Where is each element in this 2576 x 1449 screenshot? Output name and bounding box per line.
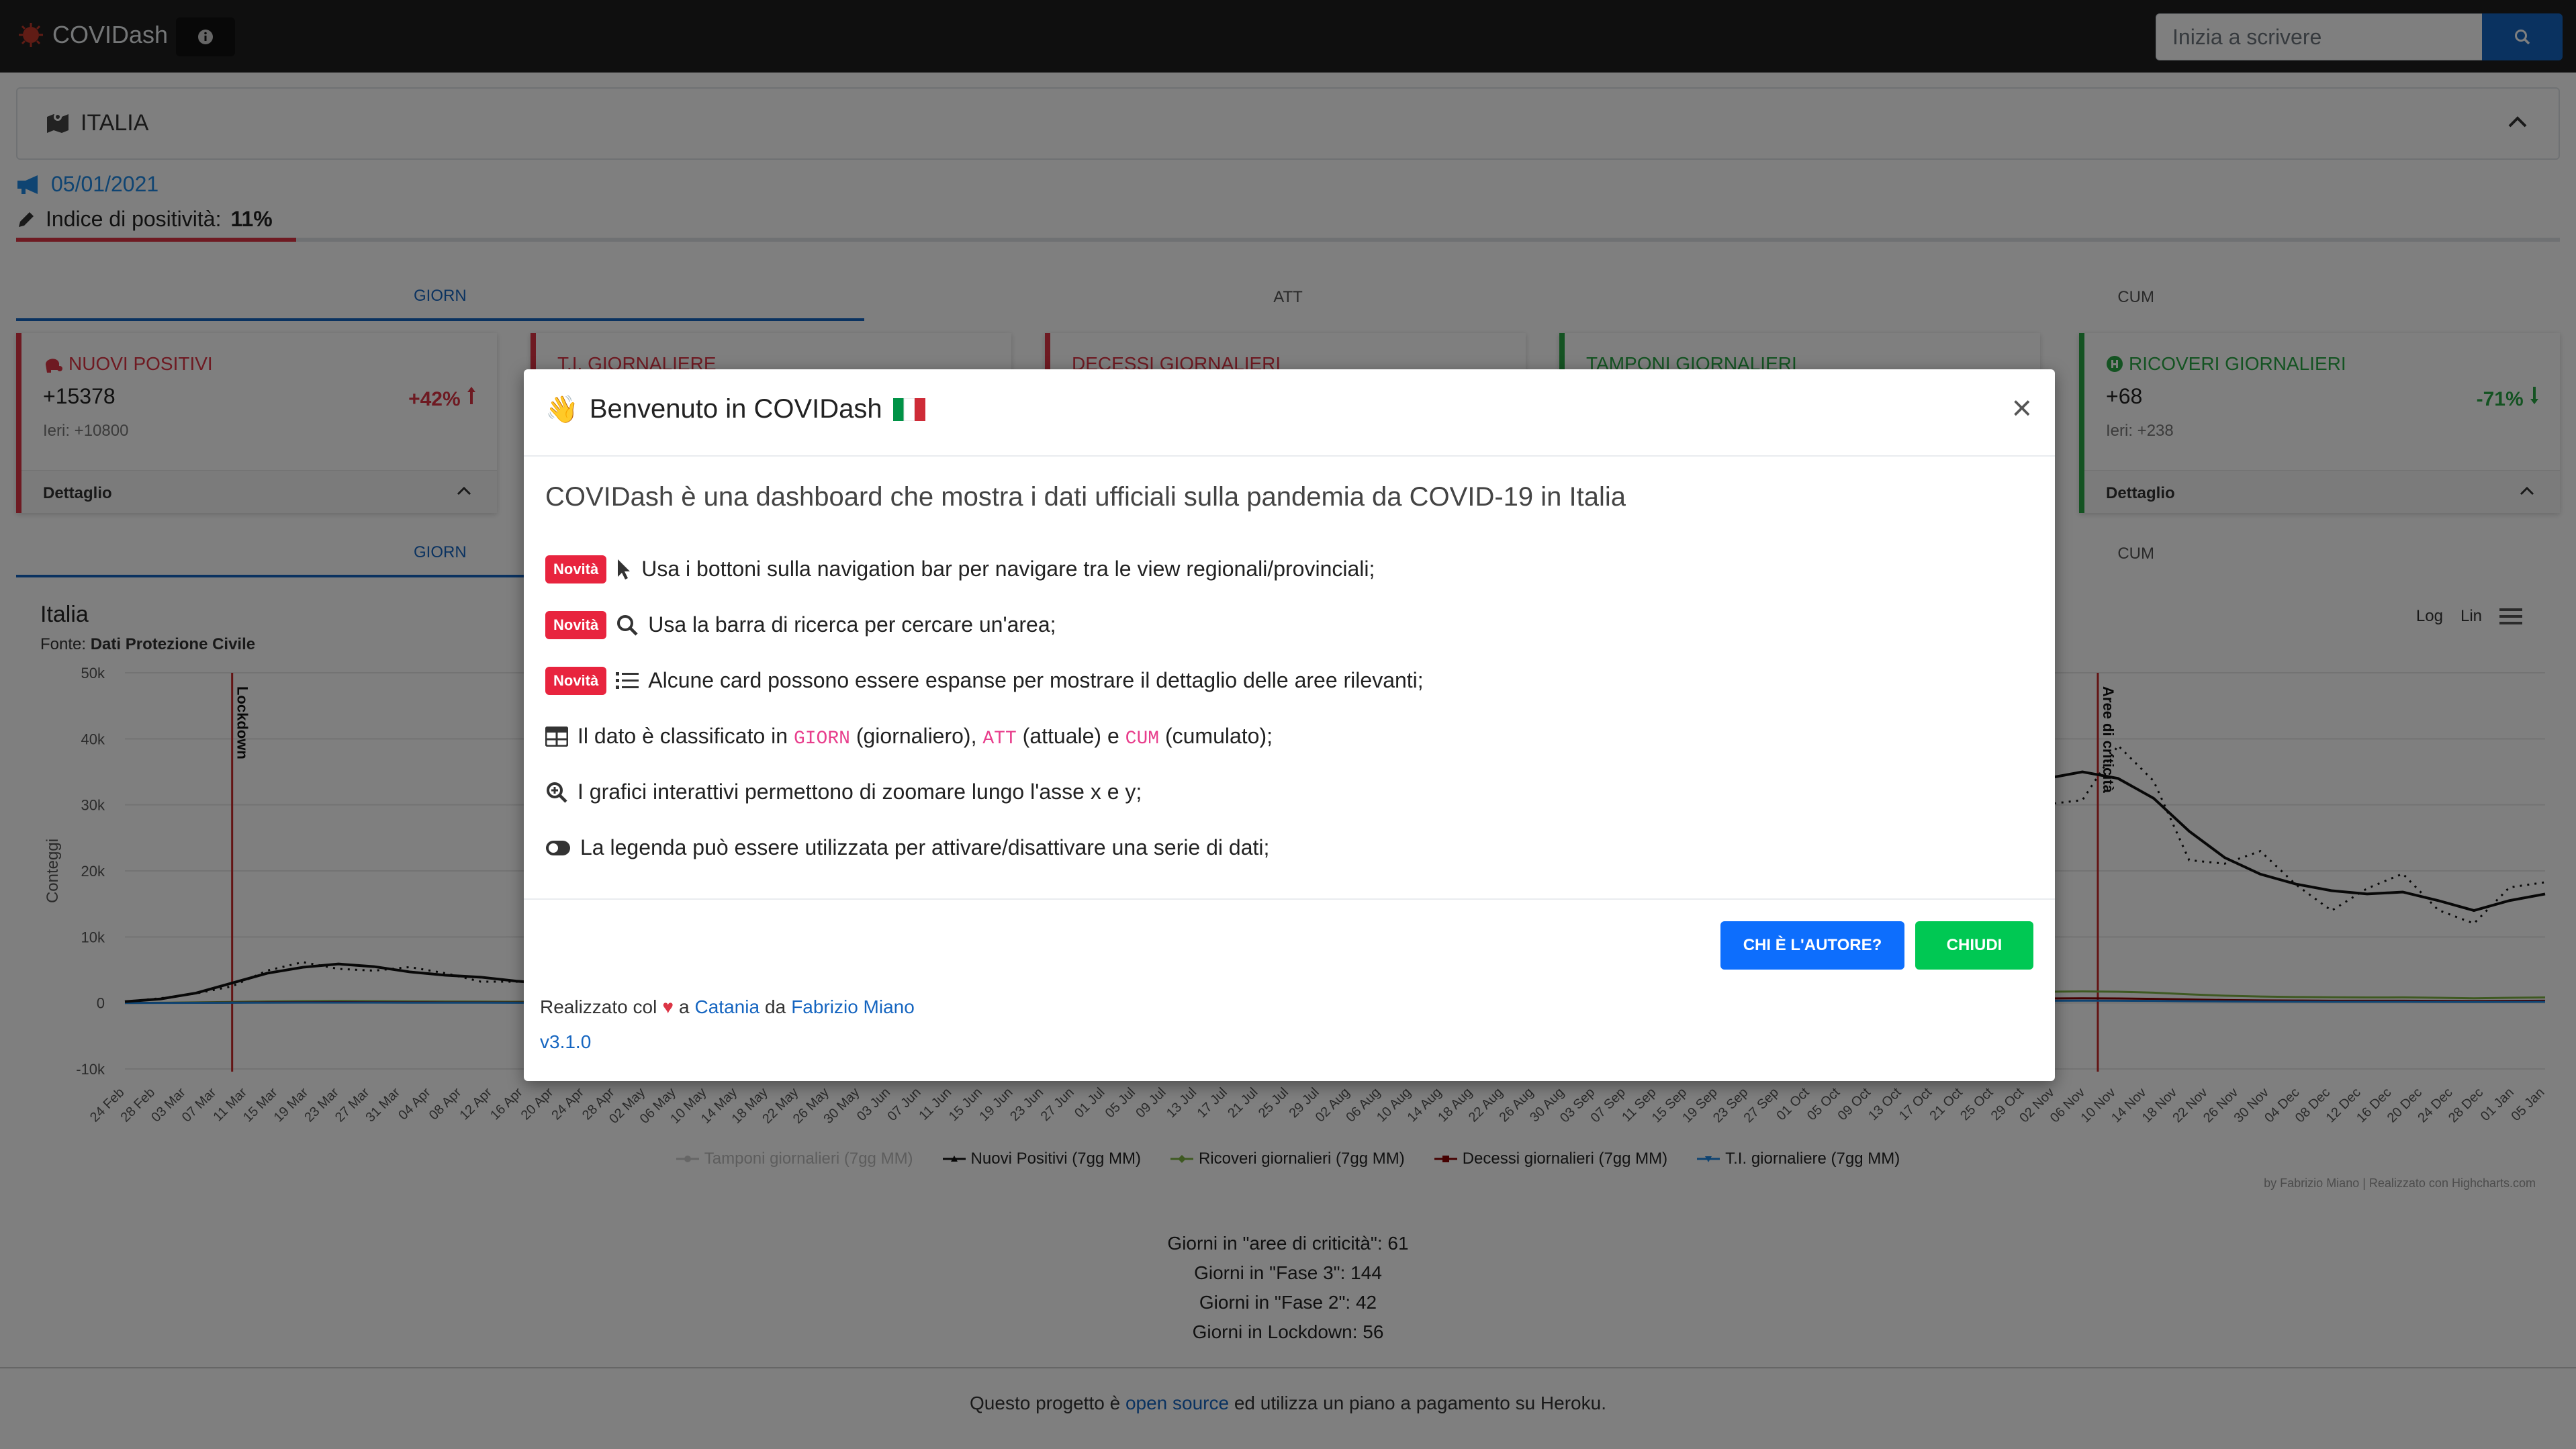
zoom-in-icon	[547, 782, 567, 803]
toggle-icon	[546, 840, 570, 855]
feature-text: Il dato è classificato in GIORN (giornal…	[578, 724, 1273, 749]
feature-item: Novità Usa i bottoni sulla navigation ba…	[545, 541, 1424, 597]
feature-text: Alcune card possono essere espanse per m…	[648, 668, 1424, 692]
feature-item: Novità Alcune card possono essere espans…	[545, 653, 1424, 708]
feature-item: Novità Usa la barra di ricerca per cerca…	[545, 597, 1424, 653]
table-icon	[545, 726, 568, 747]
catania-link[interactable]: Catania	[695, 996, 760, 1018]
code-giorn: GIORN	[793, 728, 850, 749]
feature-text: Usa i bottoni sulla navigation bar per n…	[641, 557, 1375, 581]
new-badge: Novità	[545, 666, 607, 695]
search-icon	[617, 614, 638, 636]
code-att: ATT	[982, 728, 1017, 749]
feature-item: I grafici interattivi permettono di zoom…	[545, 764, 1424, 820]
feature-text: Usa la barra di ricerca per cercare un'a…	[648, 612, 1056, 637]
new-badge: Novità	[545, 555, 607, 583]
list-icon	[616, 671, 639, 689]
feature-item: La legenda può essere utilizzata per att…	[545, 820, 1424, 876]
modal-close-icon[interactable]: ×	[2012, 391, 2032, 426]
made-a: a	[678, 996, 690, 1017]
heart-icon: ♥	[662, 996, 674, 1017]
modal-header: 👋 Benvenuto in COVIDash ×	[524, 369, 2055, 457]
close-button[interactable]: CHIUDI	[1915, 921, 2033, 970]
code-cum: CUM	[1125, 728, 1160, 749]
feature-item: Il dato è classificato in GIORN (giornal…	[545, 708, 1424, 764]
made-da: da	[765, 996, 786, 1017]
text-part: (giornaliero),	[849, 723, 983, 748]
welcome-modal: 👋 Benvenuto in COVIDash × COVIDash è una…	[524, 369, 2055, 1081]
feature-list: Novità Usa i bottoni sulla navigation ba…	[545, 541, 1424, 876]
version-link[interactable]: v3.1.0	[540, 1031, 591, 1053]
modal-title-text: Benvenuto in COVIDash	[589, 394, 882, 424]
text-part: (cumulato);	[1159, 723, 1273, 748]
author-link[interactable]: Fabrizio Miano	[791, 996, 915, 1018]
made-with-love: Realizzato col ♥ a Catania da Fabrizio M…	[540, 996, 915, 1018]
modal-lead: COVIDash è una dashboard che mostra i da…	[545, 482, 1626, 512]
text-part: Il dato è classificato in	[578, 723, 794, 748]
modal-title: 👋 Benvenuto in COVIDash	[545, 393, 925, 425]
made-prefix: Realizzato col	[540, 996, 657, 1017]
modal-divider	[524, 898, 2055, 900]
author-button[interactable]: CHI È L'AUTORE?	[1720, 921, 1904, 970]
feature-text: La legenda può essere utilizzata per att…	[580, 835, 1270, 859]
italy-flag-icon	[892, 398, 925, 421]
waving-hand-emoji: 👋	[545, 395, 579, 424]
pointer-icon	[618, 559, 631, 579]
text-part: (attuale) e	[1016, 723, 1125, 748]
feature-text: I grafici interattivi permettono di zoom…	[578, 780, 1142, 804]
new-badge: Novità	[545, 610, 607, 639]
